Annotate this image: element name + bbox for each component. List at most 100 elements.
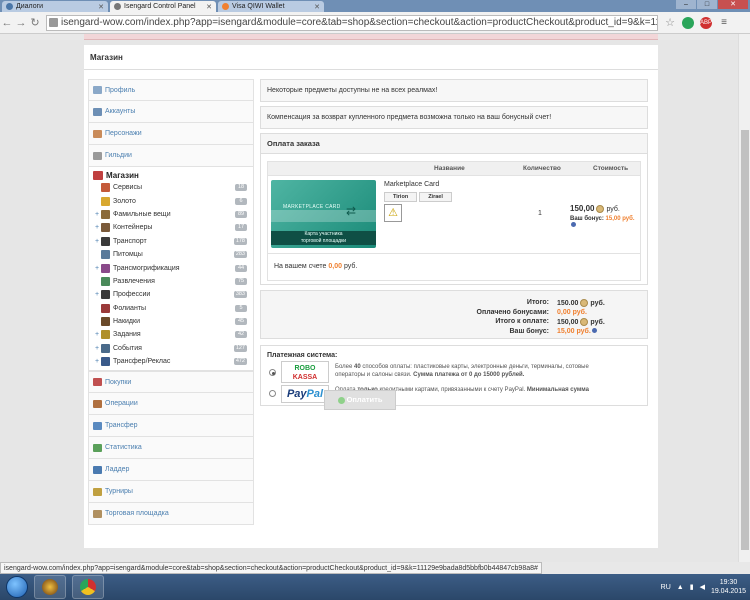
robokassa-logo[interactable]: ROBO KASSA	[281, 361, 329, 383]
category-label: Сервисы	[113, 184, 143, 192]
volume-icon[interactable]: ◀	[700, 583, 705, 591]
sidebar-item-operations[interactable]: Операции	[88, 393, 254, 416]
sidebar-item-transfer[interactable]: Трансфер	[88, 415, 254, 438]
marketplace-icon	[93, 509, 102, 518]
pay-button[interactable]: Оплатить	[324, 390, 396, 410]
expand-icon[interactable]: +	[93, 265, 101, 272]
forward-icon[interactable]: →	[14, 17, 28, 29]
sidebar-item-purchases[interactable]: Покупки	[88, 371, 254, 394]
sidebar-item-tournaments[interactable]: Турниры	[88, 481, 254, 504]
shop-category-item[interactable]: Развлечения 75	[93, 275, 249, 288]
sidebar-item-label: Аккаунты	[105, 108, 136, 115]
shop-category-item[interactable]: Золото 6	[93, 194, 249, 207]
tab-title: Диалоги	[16, 3, 44, 10]
shop-category-item[interactable]: Фолианты 5	[93, 302, 249, 315]
reload-icon[interactable]: ↻	[28, 16, 42, 29]
expand-icon[interactable]: +	[93, 331, 101, 338]
paypal-radio[interactable]	[269, 390, 276, 397]
taskbar-chrome[interactable]	[72, 575, 104, 599]
info-icon[interactable]	[591, 328, 597, 334]
menu-icon[interactable]: ≡	[718, 17, 730, 29]
sidebar-item-label: Ладдер	[105, 466, 130, 474]
shop-category-item[interactable]: Накидки 45	[93, 315, 249, 328]
info-icon[interactable]	[571, 222, 576, 227]
category-label: Накидки	[113, 318, 140, 326]
shop-category-item[interactable]: + Фамильные вещи 89	[93, 208, 249, 221]
tab-dialogs[interactable]: Диалоги ✕	[2, 1, 108, 12]
category-label: Фамильные вещи	[113, 210, 171, 218]
taskbar-wow[interactable]	[34, 575, 66, 599]
sidebar-item-accounts[interactable]: Аккаунты	[88, 101, 254, 123]
language-indicator[interactable]: RU	[661, 584, 671, 591]
close-tab-icon[interactable]: ✕	[314, 3, 320, 11]
coin-icon	[580, 299, 589, 307]
expand-icon[interactable]: +	[93, 224, 101, 231]
paypal-logo-text: Pay	[286, 388, 307, 400]
up-arrow-icon[interactable]: ▲	[677, 584, 684, 591]
category-count-badge: 18	[235, 184, 247, 192]
shop-category-item[interactable]: + Транспорт 178	[93, 235, 249, 248]
expand-icon[interactable]: +	[93, 211, 101, 218]
category-count-badge: 283	[233, 251, 247, 259]
main-content: Некоторые предметы доступны не на всех р…	[260, 79, 648, 406]
category-label: Контейнеры	[113, 224, 153, 232]
category-icon	[101, 223, 110, 233]
paypal-logo[interactable]: PayPal	[281, 385, 329, 403]
characters-icon	[93, 129, 102, 138]
shop-category-item[interactable]: Сервисы 18	[93, 181, 249, 194]
total-value: 150,00 руб.	[557, 318, 605, 326]
shop-title[interactable]: Магазин	[93, 170, 249, 181]
category-label: Золото	[113, 197, 136, 205]
shop-category-item[interactable]: + События 127	[93, 342, 249, 355]
sidebar-item-marketplace[interactable]: Торговая площадка	[88, 503, 254, 526]
star-icon[interactable]: ☆	[664, 17, 676, 29]
sidebar-item-statistics[interactable]: Статистика	[88, 437, 254, 460]
accounts-icon	[93, 107, 102, 116]
close-tab-icon[interactable]: ✕	[98, 3, 104, 11]
scrollbar-thumb[interactable]	[741, 130, 749, 550]
sidebar-item-characters[interactable]: Персонажи	[88, 123, 254, 145]
back-icon[interactable]: ←	[0, 17, 14, 29]
sidebar-item-label: Покупки	[105, 378, 132, 386]
shop-category-item[interactable]: + Трансфер/Реклас 472	[93, 355, 249, 368]
shop-category-item[interactable]: + Контейнеры 17	[93, 221, 249, 234]
shop-category-item[interactable]: + Трансмогрификация 44	[93, 261, 249, 274]
close-tab-icon[interactable]: ✕	[206, 3, 212, 11]
tab-isengard[interactable]: Isengard Control Panel ✕	[110, 1, 216, 12]
expand-icon[interactable]: +	[93, 238, 101, 245]
url-field[interactable]: isengard-wow.com/index.php?app=isengard&…	[46, 14, 658, 31]
clock[interactable]: 19:30 19.04.2015	[711, 578, 746, 596]
sidebar-item-guilds[interactable]: Гильдии	[88, 145, 254, 167]
shop-category-item[interactable]: + Задания 42	[93, 328, 249, 341]
url-text: isengard-wow.com/index.php?app=isengard&…	[61, 17, 658, 28]
sidebar-item-ladder[interactable]: Ладдер	[88, 459, 254, 482]
maximize-button[interactable]: □	[697, 0, 717, 9]
expand-icon[interactable]: +	[93, 345, 101, 352]
product-name[interactable]: Marketplace Card	[384, 181, 439, 188]
total-row: Ваш бонус: 15,00 руб.	[261, 328, 641, 337]
expand-icon[interactable]: +	[93, 358, 101, 365]
shop-category-item[interactable]: + Профессии 383	[93, 288, 249, 301]
account-balance: На вашем счете 0,00 руб.	[267, 254, 641, 281]
scrollbar[interactable]	[738, 34, 750, 562]
card-caption: Карта участника торговой площадки	[271, 231, 376, 245]
category-count-badge: 89	[235, 210, 247, 218]
sidebar-item-profile[interactable]: Профиль	[88, 79, 254, 101]
category-count-badge: 5	[235, 304, 247, 312]
category-count-badge: 45	[235, 318, 247, 326]
extension-icon[interactable]	[682, 16, 694, 29]
adblock-icon[interactable]: ABP	[700, 16, 712, 29]
total-amount: 15,00	[557, 327, 575, 335]
start-button[interactable]	[6, 576, 28, 598]
shop-category-item[interactable]: Питомцы 283	[93, 248, 249, 261]
shop-title-label: Магазин	[106, 171, 139, 180]
minimize-button[interactable]: –	[676, 0, 696, 9]
close-window-button[interactable]: ✕	[718, 0, 748, 9]
robokassa-radio[interactable]	[269, 369, 276, 376]
product-price: 150,00 руб.	[570, 204, 620, 213]
alert-strip	[84, 34, 658, 40]
network-icon[interactable]: ▮	[690, 583, 694, 591]
tab-qiwi[interactable]: Visa QIWI Wallet ✕	[218, 1, 324, 12]
realm-tag: Zirael	[419, 192, 452, 202]
expand-icon[interactable]: +	[93, 291, 101, 298]
